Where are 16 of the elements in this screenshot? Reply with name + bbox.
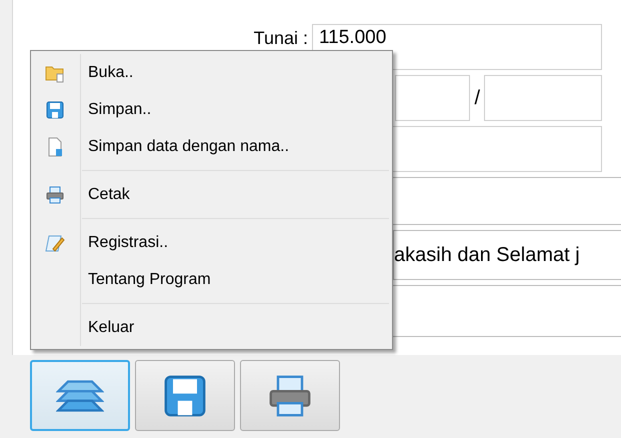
slash-separator: / bbox=[474, 86, 480, 111]
menu-item[interactable]: Tentang Program bbox=[31, 261, 392, 298]
input-field[interactable] bbox=[395, 75, 470, 121]
pencil-note-icon bbox=[45, 232, 65, 252]
menu-item[interactable]: Simpan.. bbox=[31, 91, 392, 128]
cash-label: Tunai : bbox=[254, 28, 308, 48]
menu-item[interactable]: Keluar bbox=[31, 309, 392, 346]
message-field[interactable]: akasih dan Selamat j bbox=[393, 230, 621, 280]
toolbar-button[interactable] bbox=[135, 360, 235, 431]
menu-item[interactable]: Simpan data dengan nama.. bbox=[31, 128, 392, 165]
toolbar-button[interactable] bbox=[240, 360, 340, 431]
printer-icon bbox=[45, 184, 65, 204]
toolbar-button[interactable] bbox=[30, 360, 130, 431]
menu-item[interactable]: Registrasi.. bbox=[31, 224, 392, 261]
menu-item[interactable]: Cetak bbox=[31, 176, 392, 213]
input-field[interactable] bbox=[484, 75, 602, 121]
